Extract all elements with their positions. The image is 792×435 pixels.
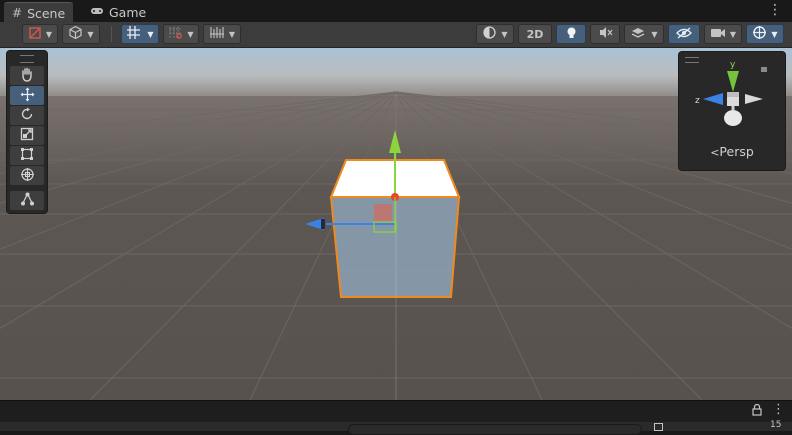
- custom-tool-icon: [20, 192, 35, 209]
- effects-layers-icon: [630, 26, 646, 43]
- grid-toggle-dropdown[interactable]: ▼: [121, 24, 159, 44]
- scale-tool-button[interactable]: [10, 126, 44, 145]
- snap-icon: [168, 25, 183, 43]
- audio-mute-icon: [598, 26, 613, 42]
- tab-scene-label: Scene: [27, 5, 66, 21]
- projection-toggle[interactable]: <Persp: [679, 144, 785, 159]
- toggle-2d-button[interactable]: 2D: [518, 24, 552, 44]
- rotate-icon: [20, 107, 34, 124]
- scene-visibility-toggle[interactable]: [668, 24, 700, 44]
- hand-icon: [20, 67, 34, 85]
- tab-game[interactable]: Game: [82, 2, 154, 22]
- orientation-gizmo[interactable]: y z <Persp: [678, 51, 786, 171]
- projection-label: Persp: [719, 144, 754, 159]
- tab-game-label: Game: [109, 4, 147, 20]
- tab-scene[interactable]: # Scene: [4, 2, 74, 23]
- grid-toggle-icon: [126, 25, 141, 43]
- increment-snap-icon: [209, 25, 225, 43]
- window-tab-bar: # Scene Game ⋮: [0, 0, 792, 23]
- audio-toggle-button[interactable]: [590, 24, 620, 44]
- scene-world: [0, 48, 792, 400]
- scene-toolbar: ▼ ▼ ▼ ▼ ▼ ▼ 2D ▼ ▼ ▼: [0, 22, 792, 48]
- draw-mode-icon: [28, 26, 42, 43]
- transform-all-icon: [20, 167, 35, 185]
- bottom-panel: ⋮ 15: [0, 400, 792, 435]
- window-menu-icon[interactable]: ⋮: [768, 3, 782, 17]
- tool-palette-grip[interactable]: [20, 55, 34, 63]
- camera-dropdown[interactable]: ▼: [704, 24, 742, 44]
- move-tool-button[interactable]: [10, 86, 44, 105]
- gamepad-icon: [90, 5, 104, 19]
- tool-palette: [6, 50, 48, 214]
- grid-hash-icon: #: [12, 6, 23, 20]
- axis-gizmo-graphic[interactable]: y z: [679, 52, 785, 142]
- panel-menu-icon[interactable]: ⋮: [772, 402, 785, 417]
- effects-dropdown[interactable]: ▼: [624, 24, 664, 44]
- increment-snap-dropdown[interactable]: ▼: [203, 24, 241, 44]
- scene-viewport[interactable]: y z <Persp: [0, 48, 792, 400]
- visibility-icon: [676, 27, 692, 42]
- shading-mode-dropdown[interactable]: ▼: [476, 24, 514, 44]
- transform-tool-button[interactable]: [10, 166, 44, 185]
- axis-label-y: y: [730, 60, 736, 70]
- rotate-tool-button[interactable]: [10, 106, 44, 125]
- camera-icon: [710, 27, 726, 42]
- draw-mode-dropdown[interactable]: ▼: [22, 24, 58, 44]
- axis-label-z: z: [695, 96, 700, 106]
- lighting-toggle-button[interactable]: [556, 24, 586, 44]
- rect-transform-icon: [20, 147, 34, 164]
- status-count: 15: [770, 420, 782, 430]
- shading-sphere-icon: [482, 25, 497, 43]
- gizmos-icon: [752, 25, 767, 43]
- rect-tool-button[interactable]: [10, 146, 44, 165]
- hand-tool-button[interactable]: [10, 66, 44, 85]
- snap-dropdown[interactable]: ▼: [163, 24, 199, 44]
- gizmos-dropdown[interactable]: ▼: [746, 24, 784, 44]
- move-arrows-icon: [20, 87, 35, 105]
- shading-cube-dropdown[interactable]: ▼: [62, 24, 100, 44]
- custom-editor-tool-button[interactable]: [10, 191, 44, 210]
- shading-cube-icon: [68, 25, 83, 43]
- lock-icon[interactable]: [752, 403, 762, 419]
- light-bulb-icon: [565, 26, 578, 43]
- scale-icon: [20, 127, 34, 144]
